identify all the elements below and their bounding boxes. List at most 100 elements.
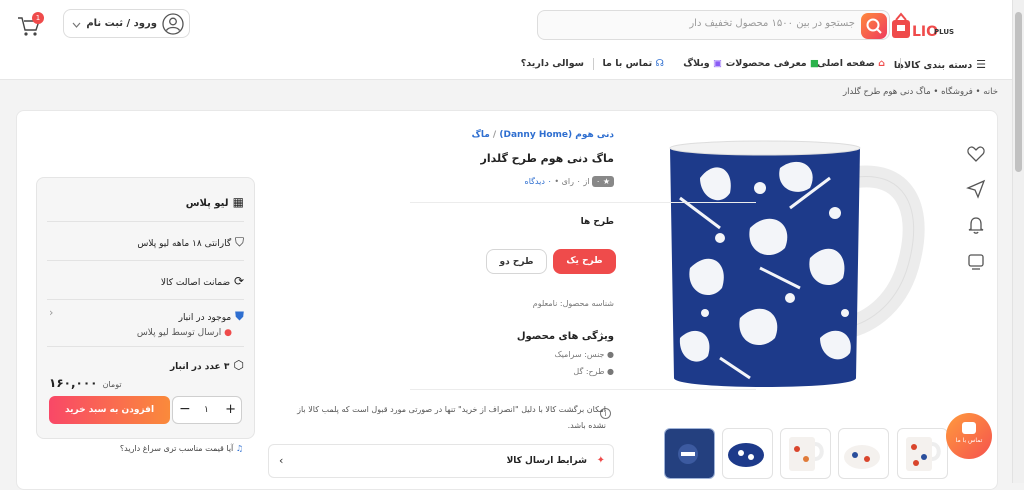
- price: تومان ۱۶۰,۰۰۰: [49, 372, 122, 391]
- blog-icon: ▣: [709, 58, 722, 69]
- heart-icon[interactable]: [966, 144, 986, 164]
- nav-faq[interactable]: سوالی دارید؟: [521, 58, 584, 69]
- shipping-by: ارسال توسط لیو پلاس: [136, 328, 222, 338]
- shipping-conditions-toggle[interactable]: ✦ شرایط ارسال کالا ›: [268, 444, 614, 478]
- search-input[interactable]: جستجو در بین ۱۵۰۰ محصول تخفیف دار: [537, 10, 890, 40]
- site-header: LIO PLUS جستجو در بین ۱۵۰۰ محصول تخفیف د…: [0, 0, 1012, 80]
- badge-icon: ⛊: [231, 309, 244, 323]
- nav-contact-label: تماس با ما: [602, 58, 653, 69]
- scrollbar[interactable]: [1012, 0, 1024, 483]
- search-placeholder: جستجو در بین ۱۵۰۰ محصول تخفیف دار: [689, 18, 855, 29]
- logo-sub: PLUS: [934, 28, 955, 36]
- divider: [410, 389, 756, 390]
- thumbnail[interactable]: [838, 428, 889, 479]
- product-brand-link[interactable]: دنی هوم (Danny Home): [499, 130, 614, 140]
- refresh-icon: ⟳: [230, 274, 244, 288]
- stock-count-row: ⬡ ۳ عدد در انبار: [170, 358, 244, 372]
- compare-icon[interactable]: [966, 251, 986, 271]
- nav-categories[interactable]: ☰ دسته بندی کالاها: [894, 58, 986, 71]
- shield-icon: ⛉: [231, 235, 244, 249]
- bell-icon[interactable]: [966, 215, 986, 235]
- better-price-text: آیا قیمت مناسب تری سراغ دارید؟: [119, 444, 234, 453]
- chat-label: تماس با ما: [955, 437, 983, 444]
- nav-products-label: معرفی محصولات: [725, 58, 807, 69]
- feature-item: ● جنس: سرامیک: [554, 350, 614, 359]
- nav-home[interactable]: ⌂ صفحه اصلی: [817, 58, 885, 69]
- better-price-link[interactable]: ♫ آیا قیمت مناسب تری سراغ دارید؟: [120, 444, 243, 453]
- thumbnail[interactable]: [897, 428, 948, 479]
- nav-divider: [900, 58, 901, 70]
- features-title: ویژگی های محصول: [516, 331, 614, 342]
- product-title: ماگ دنی هوم طرح گلدار: [480, 152, 615, 165]
- chevron-down-icon: [72, 22, 81, 28]
- store-icon: ▦: [228, 195, 244, 209]
- warranty-row: ⛉ گارانتی ۱۸ ماهه لیو پلاس: [137, 235, 244, 250]
- box-icon: ⬡: [229, 358, 244, 372]
- stock-count: ۳ عدد در انبار: [169, 362, 230, 372]
- product-sku: شناسه محصول: نامعلوم: [532, 299, 614, 308]
- menu-icon: ☰: [972, 58, 986, 71]
- shipping-by-row: ● ارسال توسط لیو پلاس: [137, 328, 232, 338]
- add-to-cart-button[interactable]: افزودن به سبد خرید: [49, 396, 170, 424]
- search-icon: [866, 18, 882, 34]
- search-button[interactable]: [861, 13, 887, 39]
- shipping-title: شرایط ارسال کالا: [506, 456, 587, 466]
- breadcrumb: خانه • فروشگاه • ماگ دنی هوم طرح گلدار: [843, 87, 998, 97]
- seller-name: لیو پلاس: [185, 198, 229, 209]
- rating-badge: ★ ۰: [591, 176, 614, 187]
- return-note: امکان برگشت کالا با دلیل "انصراف از خرید…: [297, 405, 606, 430]
- divider: [410, 202, 756, 203]
- seller-name-row: ▦ لیو پلاس: [186, 195, 244, 209]
- nav-home-label: صفحه اصلی: [817, 58, 875, 69]
- feature-item: ● طرح: گل: [573, 367, 614, 376]
- quantity-stepper[interactable]: + ۱ −: [172, 396, 242, 424]
- quantity-value: ۱: [204, 405, 209, 415]
- logo[interactable]: LIO PLUS: [890, 12, 955, 48]
- warranty-text: گارانتی ۱۸ ماهه لیو پلاس: [137, 239, 232, 249]
- nav-blog-label: وبلاگ: [683, 58, 710, 69]
- product-category-link[interactable]: ماگ: [472, 130, 490, 140]
- login-button[interactable]: ورود / ثبت نام: [63, 9, 190, 38]
- cart-button[interactable]: 1: [16, 12, 44, 38]
- product-rating: ★ ۰ از ۰ رای • ۰ دیدگاه: [525, 176, 614, 187]
- feature-text: طرح: گل: [573, 367, 605, 376]
- design-option-1[interactable]: طرح یک: [553, 249, 616, 274]
- star-icon: ★: [602, 177, 610, 186]
- scrollbar-thumb[interactable]: [1015, 12, 1022, 172]
- login-label: ورود / ثبت نام: [86, 18, 157, 29]
- thumbnail[interactable]: [780, 428, 831, 479]
- stock-status: موجود در انبار: [178, 313, 232, 323]
- nav-categories-label: دسته بندی کالاها: [893, 60, 973, 71]
- price-value: ۱۶۰,۰۰۰: [49, 376, 98, 390]
- nav-contact[interactable]: ☊ تماس با ما: [602, 58, 664, 69]
- home-icon: ⌂: [874, 58, 885, 69]
- authentic-text: ضمانت اصالت کالا: [160, 278, 231, 288]
- chevron-left-icon[interactable]: ‹: [49, 306, 53, 319]
- minus-icon[interactable]: −: [179, 401, 191, 417]
- cart-badge: 1: [32, 12, 44, 24]
- feature-text: جنس: سرامیک: [554, 350, 605, 359]
- chevron-right-icon: ›: [279, 454, 284, 467]
- share-icon[interactable]: [966, 179, 986, 199]
- stock-status-row[interactable]: ⛊ موجود در انبار: [179, 309, 244, 324]
- authentic-row: ⟳ ضمانت اصالت کالا: [161, 274, 244, 288]
- rating-count: از ۰ رای: [561, 177, 590, 186]
- headset-icon: ☊: [652, 58, 664, 69]
- nav-blog[interactable]: ▣ وبلاگ: [683, 58, 722, 69]
- product-image[interactable]: [660, 138, 930, 400]
- currency: تومان: [102, 380, 122, 389]
- plus-icon[interactable]: +: [225, 402, 236, 417]
- nav-products[interactable]: ■ معرفی محصولات: [726, 58, 819, 69]
- reviews-link[interactable]: ۰ دیدگاه: [525, 177, 552, 186]
- nav-faq-label: سوالی دارید؟: [520, 58, 584, 69]
- chat-widget-button[interactable]: تماس با ما: [946, 413, 992, 459]
- video-icon: ■: [806, 58, 819, 69]
- user-icon: [162, 13, 184, 35]
- sparkle-icon: ✦: [596, 455, 605, 466]
- nav-divider: [593, 58, 594, 70]
- dot-icon: ●: [221, 328, 232, 338]
- thumbnail[interactable]: [722, 428, 773, 479]
- thumbnail-active[interactable]: [664, 428, 715, 479]
- bell-icon: ♫: [233, 444, 243, 453]
- design-option-2[interactable]: طرح دو: [486, 249, 547, 274]
